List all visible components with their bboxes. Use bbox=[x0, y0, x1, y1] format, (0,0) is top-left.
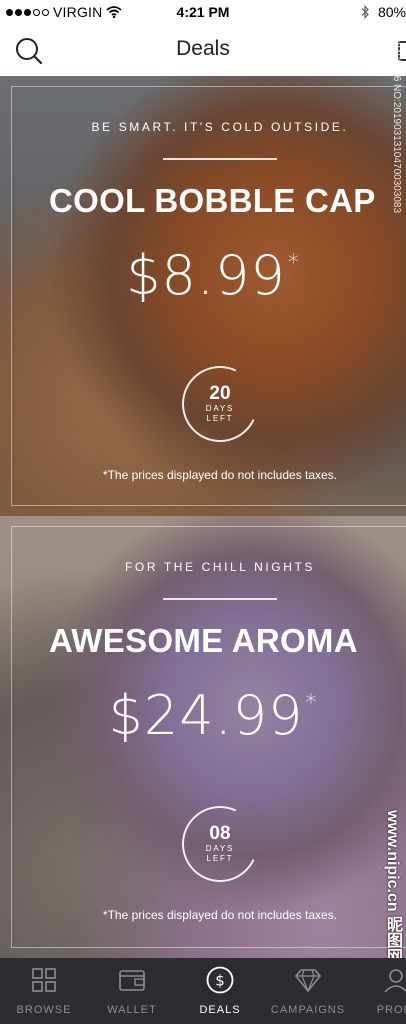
price-asterisk: * bbox=[287, 251, 300, 276]
status-right: 80% bbox=[360, 4, 406, 20]
nav-bar: Deals bbox=[0, 24, 406, 76]
price-value: $24.99 bbox=[108, 684, 304, 747]
tab-label: PROFI bbox=[376, 1004, 406, 1016]
tab-wallet[interactable]: WALLET bbox=[88, 958, 176, 1024]
left-label: LEFT bbox=[206, 414, 234, 423]
price-value: $8.99 bbox=[126, 244, 286, 307]
deal-tagline: FOR THE CHILL NIGHTS bbox=[124, 560, 316, 574]
days-left-count: 20 bbox=[209, 383, 231, 404]
price-asterisk: * bbox=[305, 691, 318, 716]
days-label: DAYS bbox=[205, 844, 235, 853]
deal-card[interactable]: BE SMART. IT'S COLD OUTSIDE. COOL BOBBLE… bbox=[0, 76, 406, 516]
tab-deals[interactable]: $ DEALS bbox=[176, 958, 264, 1024]
status-bar: VIRGIN 4:21 PM 80% bbox=[0, 0, 406, 24]
days-left-badge: 20 DAYS LEFT bbox=[182, 366, 258, 442]
diamond-icon bbox=[294, 969, 322, 993]
battery-percentage: 80% bbox=[377, 4, 406, 20]
tab-profile[interactable]: PROFI bbox=[352, 958, 406, 1024]
deal-price: $24.99* bbox=[0, 684, 406, 747]
tab-label: BROWSE bbox=[16, 1004, 72, 1016]
svg-text:$: $ bbox=[215, 972, 225, 990]
bluetooth-icon bbox=[361, 5, 369, 19]
tax-disclaimer: *The prices displayed do not includes ta… bbox=[102, 468, 338, 482]
wallet-icon bbox=[119, 970, 145, 991]
deal-title: AWESOME AROMA bbox=[49, 622, 358, 659]
grid-icon bbox=[32, 968, 56, 992]
tab-bar: BROWSE WALLET $ DEALS CAMPAIGNS PROFI bbox=[0, 958, 406, 1024]
deal-tagline: BE SMART. IT'S COLD OUTSIDE. bbox=[91, 120, 349, 134]
page-title: Deals bbox=[176, 37, 230, 60]
tab-browse[interactable]: BROWSE bbox=[0, 958, 88, 1024]
days-left-count: 08 bbox=[209, 823, 231, 844]
divider bbox=[163, 598, 277, 600]
deal-price: $8.99* bbox=[0, 244, 406, 307]
left-label: LEFT bbox=[206, 854, 234, 863]
status-time: 4:21 PM bbox=[176, 4, 230, 20]
tab-campaigns[interactable]: CAMPAIGNS bbox=[264, 958, 352, 1024]
tax-disclaimer: *The prices displayed do not includes ta… bbox=[102, 908, 338, 922]
watermark-id: ID:28408416 NO:20190313104700303083 bbox=[391, 24, 402, 214]
deal-title: COOL BOBBLE CAP bbox=[49, 182, 376, 219]
tab-label: WALLET bbox=[107, 1004, 157, 1016]
days-label: DAYS bbox=[205, 404, 235, 413]
divider bbox=[163, 158, 277, 160]
dollar-icon: $ bbox=[206, 966, 234, 994]
tab-label: DEALS bbox=[199, 1004, 241, 1016]
deal-card[interactable]: FOR THE CHILL NIGHTS AWESOME AROMA $24.9… bbox=[0, 516, 406, 958]
profile-icon bbox=[384, 969, 406, 993]
tab-label: CAMPAIGNS bbox=[270, 1004, 346, 1016]
days-left-badge: 08 DAYS LEFT bbox=[182, 806, 258, 882]
